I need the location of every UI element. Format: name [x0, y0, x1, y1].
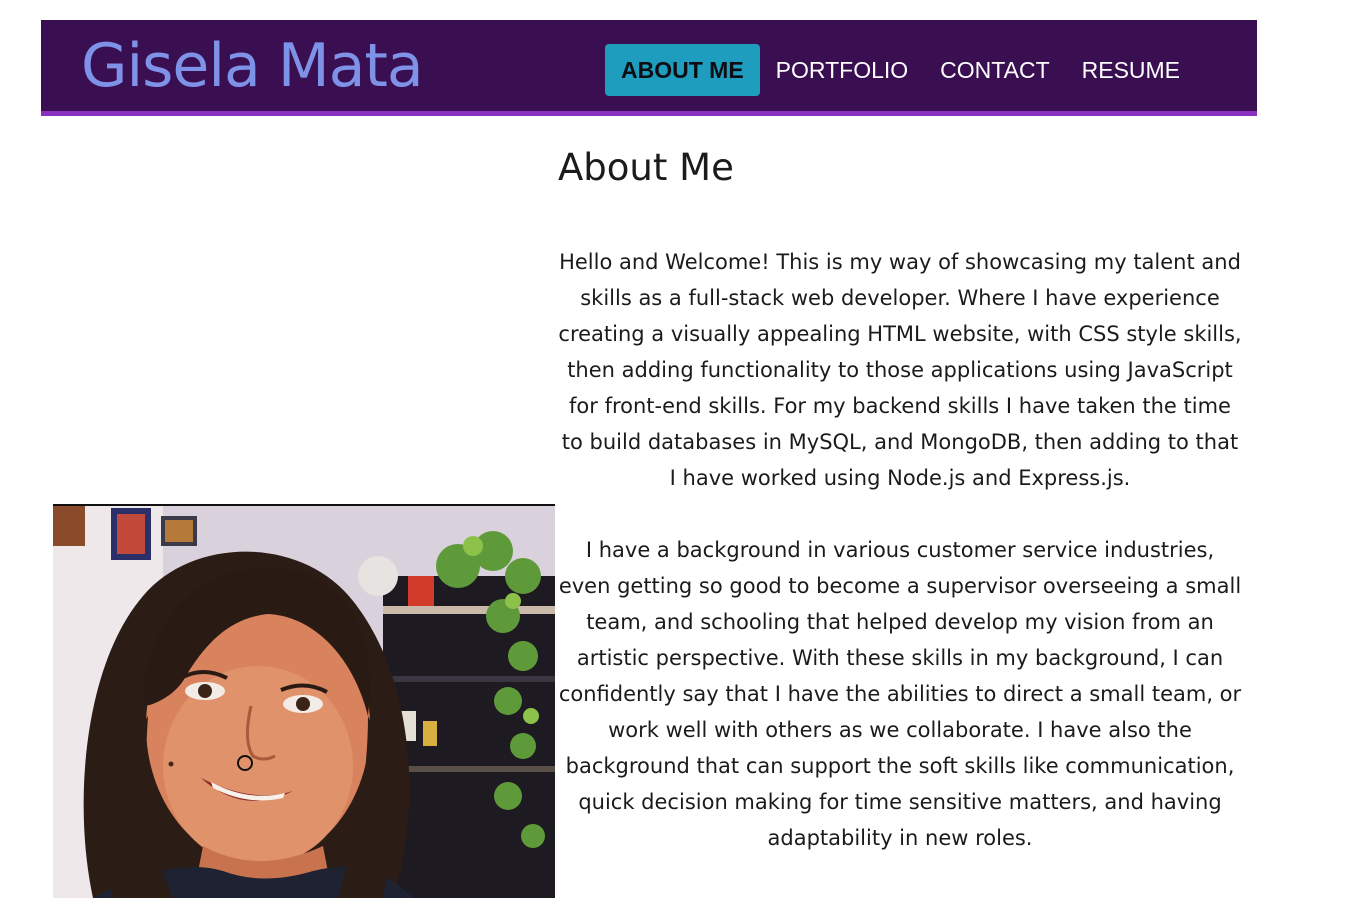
- site-brand[interactable]: Gisela Mata: [81, 28, 424, 104]
- nav-resume[interactable]: RESUME: [1066, 44, 1196, 96]
- nav-about-me[interactable]: ABOUT ME: [605, 44, 760, 96]
- profile-photo: [53, 504, 555, 898]
- nav-contact[interactable]: CONTACT: [924, 44, 1065, 96]
- page-title: About Me: [558, 146, 734, 189]
- site-header: Gisela Mata ABOUT ME PORTFOLIO CONTACT R…: [41, 20, 1257, 116]
- about-bio: Hello and Welcome! This is my way of sho…: [558, 244, 1242, 892]
- nav-portfolio[interactable]: PORTFOLIO: [760, 44, 925, 96]
- bio-paragraph: I have a background in various customer …: [558, 538, 1242, 850]
- main-nav: ABOUT ME PORTFOLIO CONTACT RESUME: [605, 44, 1196, 96]
- bio-paragraph: Hello and Welcome! This is my way of sho…: [558, 250, 1242, 490]
